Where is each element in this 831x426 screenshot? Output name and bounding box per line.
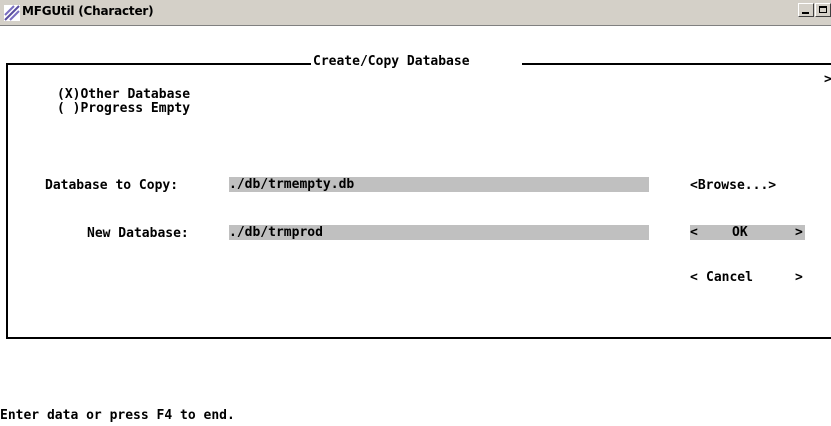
frame-top-border-right bbox=[522, 63, 831, 65]
browse-button[interactable]: <Browse...> bbox=[690, 178, 776, 193]
ok-label: OK bbox=[732, 225, 748, 240]
cancel-label: Cancel bbox=[706, 270, 753, 285]
ok-left-bracket: < bbox=[690, 225, 698, 240]
window-title: MFGUtil (Character) bbox=[22, 4, 154, 18]
ok-right-bracket: > bbox=[795, 225, 803, 240]
cancel-left-bracket: < bbox=[690, 270, 698, 285]
mfg-app-icon bbox=[4, 5, 20, 21]
database-to-copy-input[interactable]: ./db/trmempty.db bbox=[229, 177, 649, 192]
radio-progress-empty[interactable]: ( )Progress Empty bbox=[57, 101, 190, 116]
minimize-button[interactable] bbox=[798, 3, 814, 17]
ok-button[interactable]: < OK > bbox=[690, 225, 805, 240]
new-database-input[interactable]: ./db/trmprod bbox=[229, 225, 649, 240]
maximize-icon bbox=[819, 6, 827, 13]
radio-other-database[interactable]: (X)Other Database bbox=[57, 87, 190, 102]
window-titlebar[interactable]: MFGUtil (Character) × bbox=[0, 0, 831, 26]
frame-top-border-left bbox=[6, 63, 311, 65]
minimize-icon bbox=[802, 12, 809, 14]
dialog-edge-mark: > bbox=[824, 72, 831, 87]
cancel-button[interactable]: < Cancel > bbox=[690, 270, 805, 285]
cancel-right-bracket: > bbox=[795, 270, 803, 285]
database-to-copy-label: Database to Copy: bbox=[45, 178, 179, 193]
dialog-title: Create/Copy Database bbox=[313, 54, 470, 69]
maximize-button[interactable] bbox=[815, 3, 831, 17]
new-database-label: New Database: bbox=[87, 226, 189, 241]
status-line: Enter data or press F4 to end. bbox=[0, 408, 235, 423]
